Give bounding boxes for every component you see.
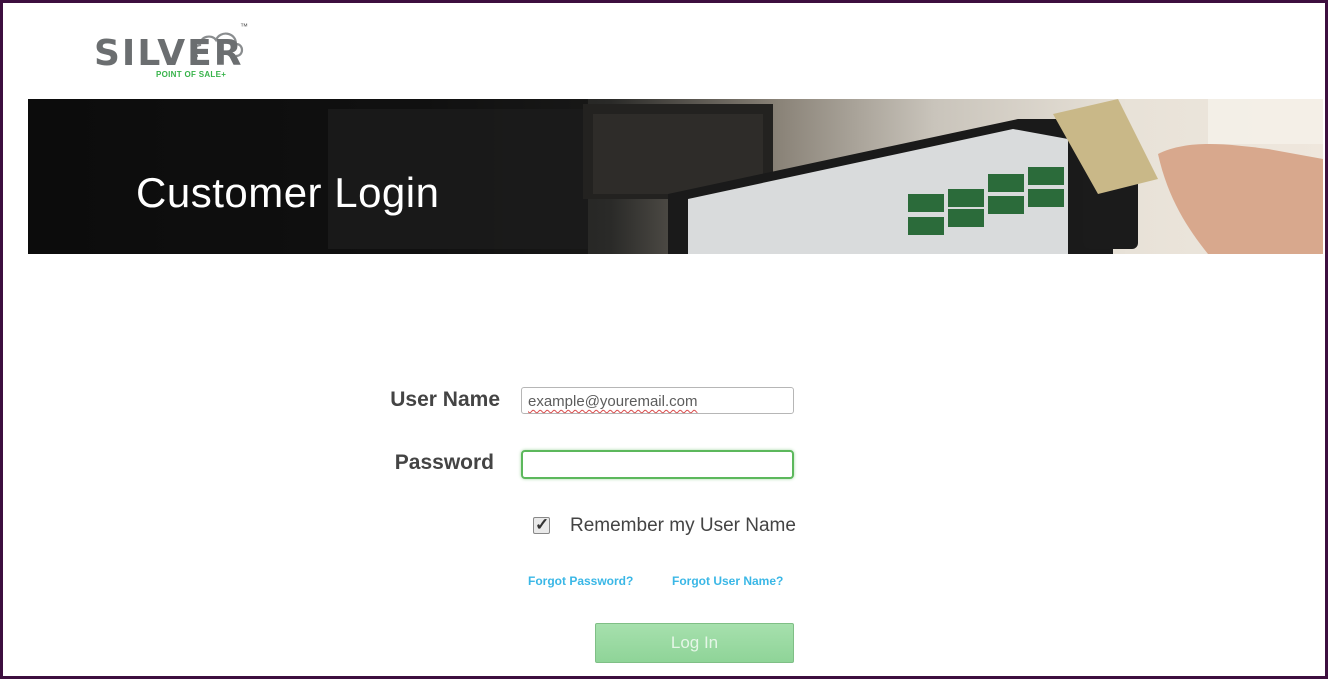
username-label: User Name	[390, 388, 500, 411]
checkmark-icon: ✓	[535, 515, 550, 534]
username-placeholder: example@youremail.com	[528, 393, 698, 410]
remember-checkbox[interactable]: ✓	[533, 515, 550, 534]
password-label: Password	[394, 451, 494, 474]
forgot-username-link[interactable]: Forgot User Name?	[672, 574, 783, 588]
logo-wordmark: SILVER	[94, 33, 244, 74]
hero-banner: Customer Login	[28, 99, 1323, 254]
login-button[interactable]: Log In	[595, 623, 794, 663]
username-input[interactable]: example@youremail.com	[521, 387, 794, 414]
logo-tagline: POINT OF SALE+	[156, 70, 227, 79]
password-input[interactable]	[521, 450, 794, 479]
banner-title: Customer Login	[136, 169, 440, 216]
remember-label[interactable]: Remember my User Name	[570, 515, 796, 537]
forgot-password-link[interactable]: Forgot Password?	[528, 574, 633, 588]
trademark-symbol: ™	[240, 22, 248, 31]
silver-logo[interactable]: SILVER ™ POINT OF SALE+	[92, 22, 262, 84]
